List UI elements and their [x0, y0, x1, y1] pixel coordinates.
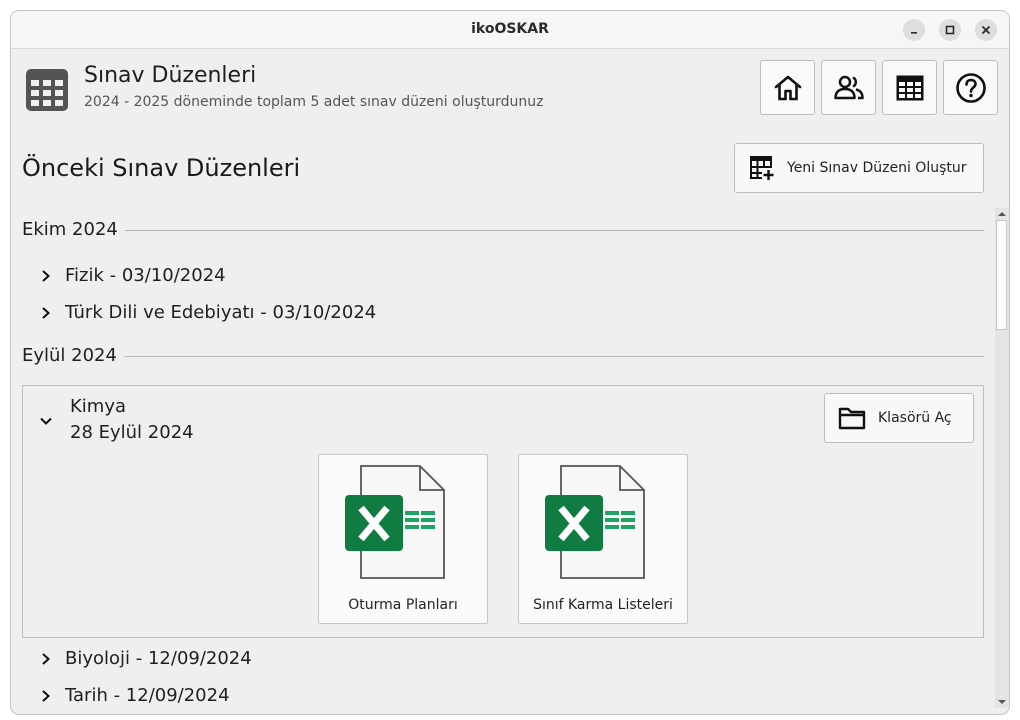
file-card-class-mix-lists[interactable]: Sınıf Karma Listeleri — [518, 454, 688, 624]
scroll-up-icon[interactable] — [995, 209, 1009, 219]
exam-date: 28 Eylül 2024 — [70, 422, 194, 443]
list-item[interactable]: Biyoloji - 12/09/2024 — [39, 648, 252, 669]
list-item[interactable]: Fizik - 03/10/2024 — [39, 265, 226, 286]
divider — [123, 356, 984, 357]
chevron-right-icon — [42, 652, 50, 665]
chevron-right-icon — [42, 306, 50, 319]
list-item-label: Tarih - 12/09/2024 — [65, 685, 230, 706]
maximize-button[interactable] — [939, 19, 961, 41]
help-icon — [955, 72, 986, 103]
exam-name: Kimya — [70, 396, 127, 417]
list-item-label: Türk Dili ve Edebiyatı - 03/10/2024 — [65, 302, 377, 323]
home-button[interactable] — [760, 60, 815, 115]
scroll-down-icon[interactable] — [995, 697, 1009, 707]
window-title: ikoOSKAR — [471, 21, 549, 37]
chevron-down-icon[interactable] — [39, 414, 53, 428]
new-exam-layout-label: Yeni Sınav Düzeni Oluştur — [787, 160, 967, 176]
divider — [124, 230, 984, 231]
app-window: ikoOSKAR Sınav Düzenleri 2024 - 2025 dön… — [10, 10, 1010, 715]
table-add-icon — [750, 156, 774, 180]
grid-app-icon — [26, 69, 68, 111]
folder-icon — [838, 407, 866, 430]
close-icon — [981, 25, 991, 35]
chevron-right-icon — [42, 689, 50, 702]
list-item[interactable]: Türk Dili ve Edebiyatı - 03/10/2024 — [39, 302, 376, 323]
users-icon — [833, 75, 864, 99]
month-label: Ekim 2024 — [22, 219, 118, 240]
chevron-right-icon — [42, 269, 50, 282]
maximize-icon — [945, 25, 955, 35]
title-bar: ikoOSKAR — [11, 11, 1009, 49]
section-title: Önceki Sınav Düzenleri — [22, 154, 301, 182]
table-button[interactable] — [882, 60, 937, 115]
file-card-label: Sınıf Karma Listeleri — [533, 597, 673, 613]
month-label: Eylül 2024 — [22, 345, 117, 366]
expanded-item-panel: Kimya 28 Eylül 2024 Klasörü Aç Oturma Pl… — [22, 385, 984, 638]
excel-file-icon — [345, 465, 445, 579]
file-card-label: Oturma Planları — [348, 597, 458, 613]
new-exam-layout-button[interactable]: Yeni Sınav Düzeni Oluştur — [734, 143, 984, 193]
home-icon — [774, 75, 801, 100]
page-title: Sınav Düzenleri — [84, 63, 257, 88]
vertical-scrollbar[interactable] — [995, 208, 1009, 708]
list-item-label: Biyoloji - 12/09/2024 — [65, 648, 252, 669]
month-header-october: Ekim 2024 — [22, 219, 984, 240]
file-card-seating-plans[interactable]: Oturma Planları — [318, 454, 488, 624]
close-button[interactable] — [975, 19, 997, 41]
minimize-icon — [911, 32, 917, 34]
open-folder-button[interactable]: Klasörü Aç — [824, 393, 974, 443]
open-folder-label: Klasörü Aç — [878, 410, 952, 426]
list-item[interactable]: Tarih - 12/09/2024 — [39, 685, 230, 706]
scrollbar-thumb[interactable] — [996, 220, 1007, 330]
month-header-september: Eylül 2024 — [22, 345, 984, 366]
list-item-label: Fizik - 03/10/2024 — [65, 265, 226, 286]
users-button[interactable] — [821, 60, 876, 115]
help-button[interactable] — [943, 60, 998, 115]
table-icon — [896, 75, 923, 100]
page-subtitle: 2024 - 2025 döneminde toplam 5 adet sına… — [84, 94, 544, 110]
minimize-button[interactable] — [903, 19, 925, 41]
excel-file-icon — [545, 465, 645, 579]
